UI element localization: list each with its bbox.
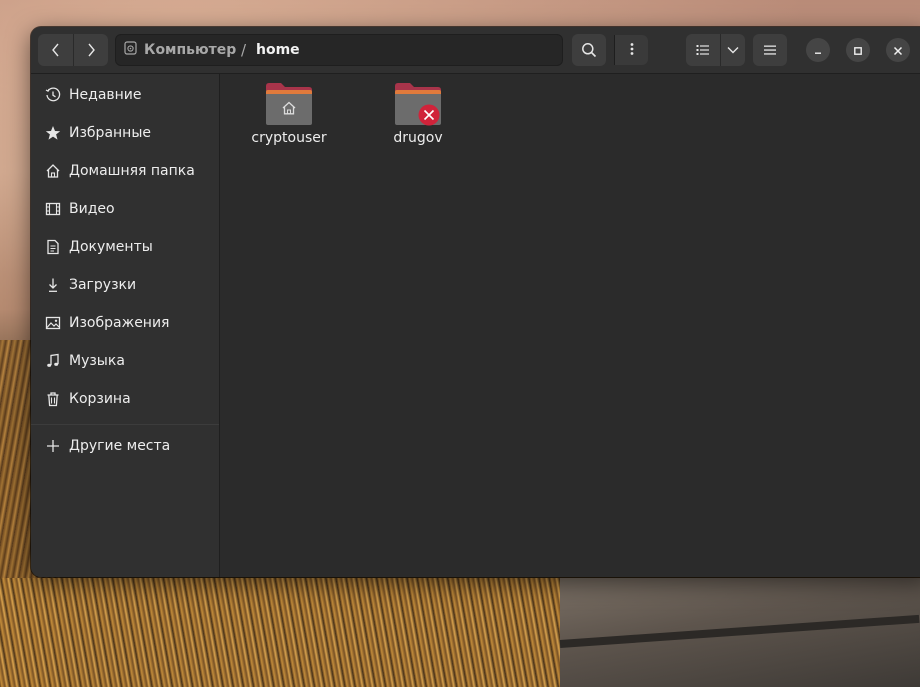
- sidebar-item-music[interactable]: Музыка: [31, 343, 219, 379]
- sidebar-divider: [31, 424, 219, 425]
- sidebar-item-label: Музыка: [69, 353, 125, 369]
- close-button[interactable]: [886, 38, 910, 62]
- sidebar-item-label: Изображения: [69, 315, 170, 331]
- sidebar-item-documents[interactable]: Документы: [31, 229, 219, 265]
- home-icon: [44, 162, 62, 180]
- star-icon: [44, 124, 62, 142]
- back-button[interactable]: [38, 34, 73, 66]
- search-button[interactable]: [572, 34, 606, 66]
- clock-icon: [44, 86, 62, 104]
- sidebar-item-label: Загрузки: [69, 277, 137, 293]
- image-icon: [44, 314, 62, 332]
- minimize-button[interactable]: [806, 38, 830, 62]
- sidebar-item-label: Видео: [69, 201, 115, 217]
- hamburger-menu-icon: [764, 45, 776, 55]
- file-name: drugov: [393, 130, 443, 146]
- folder-icon: [394, 82, 442, 126]
- header-bar: Компьютер / home: [31, 27, 920, 74]
- minimize-icon: [813, 41, 823, 60]
- drive-icon: [124, 41, 137, 59]
- sidebar-item-pictures[interactable]: Изображения: [31, 305, 219, 341]
- file-grid: cryptouser drugov: [220, 74, 920, 577]
- chevron-right-icon: [86, 43, 96, 57]
- list-view-button[interactable]: [686, 34, 720, 66]
- no-access-emblem-icon: [418, 104, 440, 130]
- breadcrumb-computer[interactable]: Компьютер: [124, 35, 236, 65]
- sidebar-item-recent[interactable]: Недавние: [31, 77, 219, 113]
- sidebar-item-label: Недавние: [69, 87, 142, 103]
- list-view-icon: [696, 44, 710, 56]
- document-icon: [44, 238, 62, 256]
- forward-button[interactable]: [73, 34, 108, 66]
- maximize-button[interactable]: [846, 38, 870, 62]
- file-name: cryptouser: [251, 130, 327, 146]
- plus-icon: [44, 437, 62, 455]
- sidebar-item-starred[interactable]: Избранные: [31, 115, 219, 151]
- sidebar-item-label: Домашняя папка: [69, 163, 195, 179]
- home-emblem-icon: [281, 100, 297, 119]
- sidebar-item-label: Корзина: [69, 391, 131, 407]
- sidebar-item-trash[interactable]: Корзина: [31, 381, 219, 417]
- sidebar-item-other-locations[interactable]: Другие места: [31, 428, 219, 464]
- trash-icon: [44, 390, 62, 408]
- breadcrumb-current-folder[interactable]: home: [256, 35, 300, 65]
- path-menu-button[interactable]: [614, 35, 648, 65]
- folder-item-drugov[interactable]: drugov: [363, 74, 473, 164]
- download-icon: [44, 276, 62, 294]
- breadcrumb-separator: /: [241, 41, 247, 59]
- sidebar-item-label: Документы: [69, 239, 153, 255]
- chevron-left-icon: [51, 43, 61, 57]
- chevron-down-icon: [727, 46, 739, 54]
- sidebar: Недавние Избранные Домашняя папка Видео …: [31, 74, 220, 577]
- sidebar-item-videos[interactable]: Видео: [31, 191, 219, 227]
- folder-item-cryptouser[interactable]: cryptouser: [234, 74, 344, 164]
- close-icon: [893, 41, 903, 60]
- maximize-icon: [853, 41, 863, 60]
- sidebar-item-label: Избранные: [69, 125, 151, 141]
- search-icon: [581, 42, 597, 58]
- file-manager-window: Компьютер / home Недавние Избранные Дома…: [31, 27, 920, 577]
- sidebar-item-home[interactable]: Домашняя папка: [31, 153, 219, 189]
- folder-icon: [265, 82, 313, 126]
- wallpaper-grass: [0, 578, 620, 687]
- vertical-dots-icon: [630, 41, 634, 60]
- sidebar-item-downloads[interactable]: Загрузки: [31, 267, 219, 303]
- view-options-button[interactable]: [720, 34, 745, 66]
- main-menu-button[interactable]: [753, 34, 787, 66]
- sidebar-item-label: Другие места: [69, 438, 171, 454]
- breadcrumb-computer-label: Компьютер: [144, 42, 237, 58]
- film-icon: [44, 200, 62, 218]
- music-icon: [44, 352, 62, 370]
- path-bar: Компьютер / home: [115, 34, 648, 66]
